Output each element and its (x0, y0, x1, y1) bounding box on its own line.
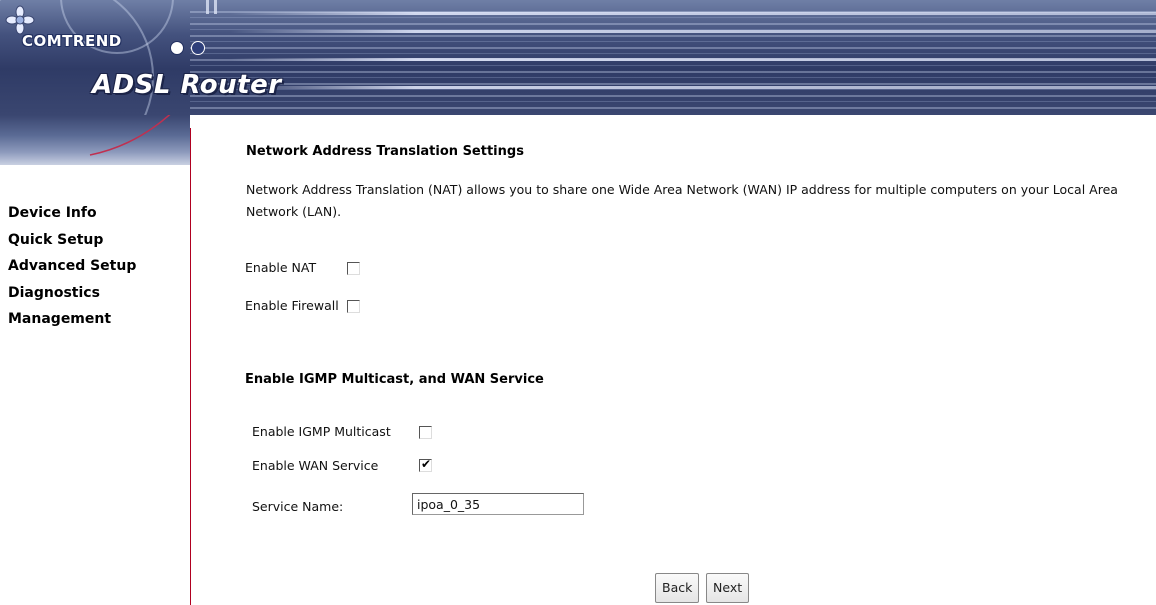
banner-decor-post (206, 0, 209, 14)
banner-left-fade (0, 115, 190, 165)
sidebar-item-management[interactable]: Management (8, 306, 136, 333)
logo-dot-icon (191, 40, 206, 55)
enable-igmp-checkbox[interactable] (419, 426, 432, 439)
igmp-section-title: Enable IGMP Multicast, and WAN Service (245, 372, 544, 387)
brand-logo-dots (170, 37, 207, 56)
enable-igmp-label: Enable IGMP Multicast (252, 424, 391, 439)
sidebar-nav: Device Info Quick Setup Advanced Setup D… (0, 165, 191, 605)
banner-decor-post (214, 0, 217, 14)
swoosh-decor-icon (89, 115, 171, 156)
enable-wan-checkbox[interactable]: ✔ (419, 457, 432, 472)
service-name-label: Service Name: (252, 499, 344, 514)
sidebar-item-quick-setup[interactable]: Quick Setup (8, 227, 136, 254)
next-button[interactable]: Next (706, 573, 750, 603)
sidebar-divider (190, 128, 191, 605)
nat-description: Network Address Translation (NAT) allows… (246, 182, 1118, 219)
enable-firewall-checkbox[interactable] (347, 300, 360, 313)
service-name-input[interactable] (412, 493, 584, 515)
check-mark-icon: ✔ (421, 457, 432, 471)
enable-nat-label: Enable NAT (245, 260, 317, 275)
sidebar-item-diagnostics[interactable]: Diagnostics (8, 280, 136, 307)
sidebar-item-device-info[interactable]: Device Info (8, 200, 136, 227)
enable-firewall-label: Enable Firewall (245, 298, 339, 313)
back-button[interactable]: Back (655, 573, 700, 603)
enable-nat-checkbox[interactable] (347, 262, 360, 275)
enable-wan-label: Enable WAN Service (252, 458, 379, 473)
nat-section-title: Network Address Translation Settings (246, 144, 524, 159)
brand-logo-text: COMTREND (22, 32, 122, 50)
main-panel: Network Address Translation Settings Net… (230, 0, 1150, 605)
sidebar-item-advanced-setup[interactable]: Advanced Setup (8, 253, 136, 280)
logo-dot-icon (170, 40, 184, 55)
